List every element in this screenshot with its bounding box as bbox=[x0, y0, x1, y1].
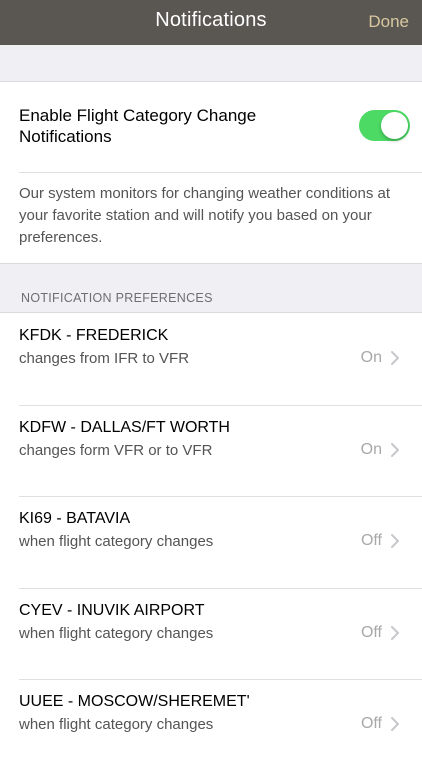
preference-description: when flight category changes bbox=[19, 533, 214, 550]
preference-description: when flight category changes bbox=[19, 624, 214, 642]
preference-station: KFDK - FREDERICK bbox=[19, 327, 169, 344]
description-row: Our system monitors for changing weather… bbox=[0, 172, 422, 263]
enable-notifications-label: Enable Flight Category Change Notificati… bbox=[19, 106, 257, 146]
preference-row[interactable]: KI69 - BATAVIA when flight category chan… bbox=[0, 496, 422, 588]
preference-status: On bbox=[360, 440, 382, 458]
chevron-right-icon bbox=[391, 351, 399, 365]
preference-row[interactable]: UUEE - MOSCOW/SHEREMET' when flight cate… bbox=[0, 679, 422, 771]
section-header-label: NOTIFICATION PREFERENCES bbox=[21, 291, 213, 305]
group-spacer bbox=[0, 45, 422, 82]
preference-station: KI69 - BATAVIA bbox=[19, 510, 131, 527]
done-button[interactable]: Done bbox=[368, 12, 409, 32]
navigation-bar: Notifications Done bbox=[0, 0, 422, 45]
preference-status: On bbox=[360, 349, 382, 366]
toggle-knob bbox=[381, 112, 408, 139]
preference-station: UUEE - MOSCOW/SHEREMET' bbox=[19, 693, 250, 710]
preferences-list: KFDK - FREDERICK changes from IFR to VFR… bbox=[0, 313, 422, 771]
description-text: Our system monitors for changing weather… bbox=[19, 185, 391, 246]
chevron-right-icon bbox=[391, 625, 399, 640]
page-title: Notifications bbox=[155, 9, 267, 31]
preference-description: when flight category changes bbox=[19, 716, 214, 733]
preference-row[interactable]: CYEV - INUVIK AIRPORT when flight catego… bbox=[0, 587, 422, 680]
section-header: NOTIFICATION PREFERENCES bbox=[0, 263, 422, 313]
chevron-right-icon bbox=[391, 717, 399, 731]
preference-status: Off bbox=[360, 715, 382, 732]
preference-station: CYEV - INUVIK AIRPORT bbox=[19, 601, 205, 619]
preference-station: KDFW - DALLAS/FT WORTH bbox=[19, 418, 230, 436]
enable-notifications-row: Enable Flight Category Change Notificati… bbox=[0, 82, 422, 172]
preference-status: Off bbox=[360, 532, 382, 549]
chevron-right-icon bbox=[391, 442, 399, 457]
preference-row[interactable]: KFDK - FREDERICK changes from IFR to VFR… bbox=[0, 313, 422, 405]
preference-description: changes from IFR to VFR bbox=[19, 350, 190, 367]
enable-notifications-toggle[interactable] bbox=[359, 110, 410, 141]
preference-description: changes form VFR or to VFR bbox=[19, 441, 213, 459]
preference-row[interactable]: KDFW - DALLAS/FT WORTH changes form VFR … bbox=[0, 404, 422, 497]
chevron-right-icon bbox=[391, 534, 399, 548]
preference-status: Off bbox=[360, 623, 382, 641]
